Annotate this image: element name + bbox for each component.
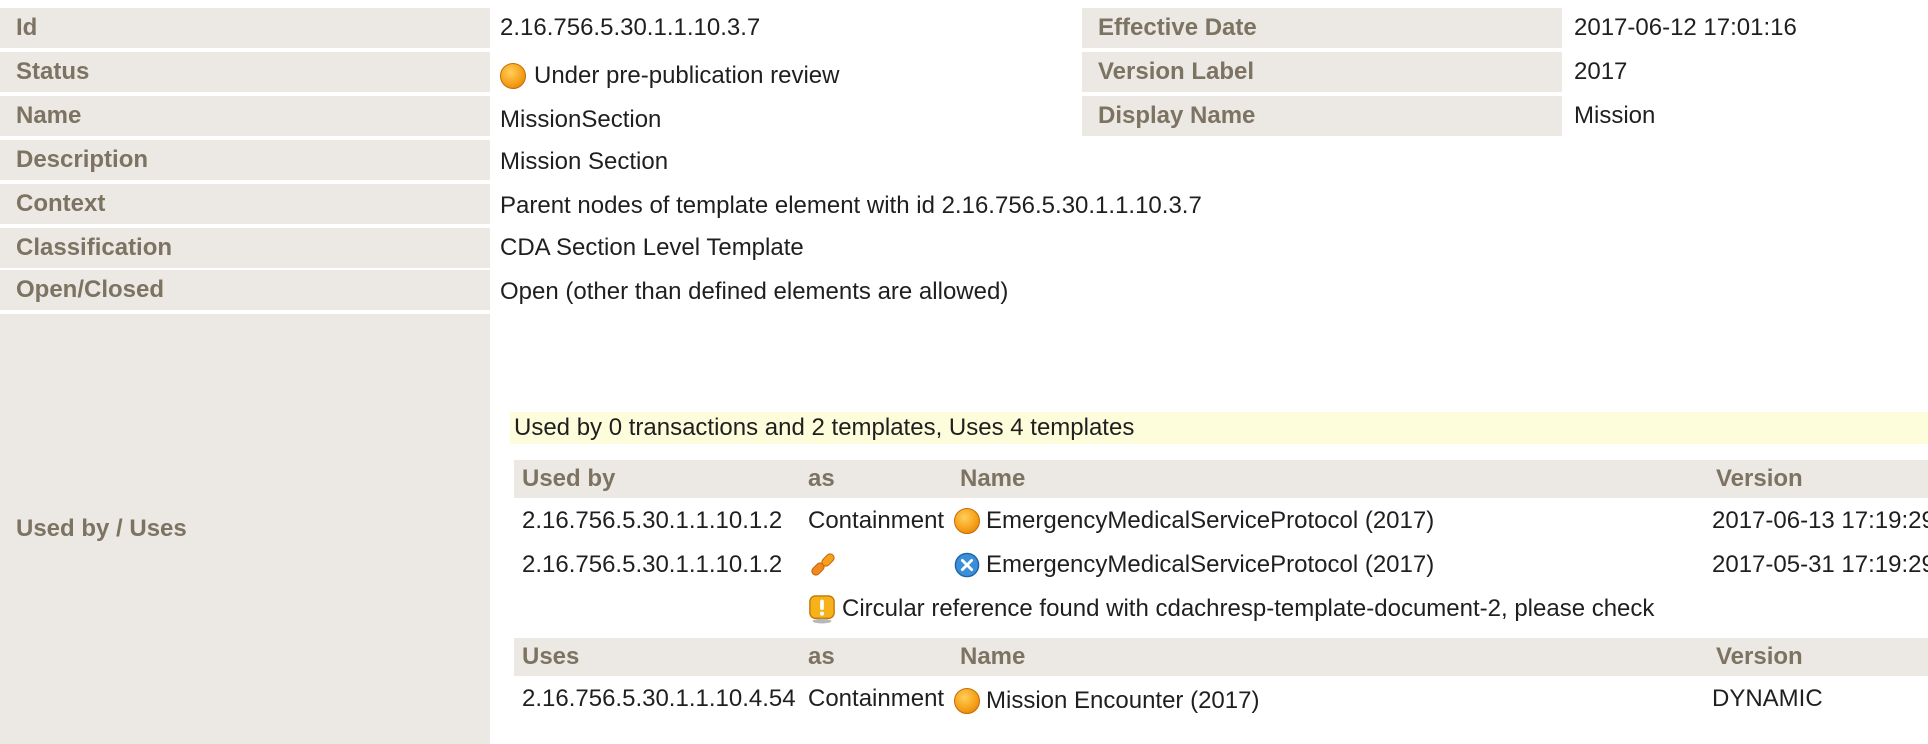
usedby-header-usedby: Used by <box>514 460 800 498</box>
display-name-label: Display Name <box>1082 96 1562 136</box>
usedby-uses-label: Used by / Uses <box>0 314 490 744</box>
uses-header-uses: Uses <box>514 638 800 676</box>
status-pending-icon <box>954 688 980 714</box>
usedby-row-1-as: Containment <box>808 507 945 534</box>
uses-row-1-as: Containment <box>808 685 945 712</box>
usedby-header-version: Version <box>1708 460 1928 498</box>
version-label-value: 2017 <box>1574 58 1628 85</box>
description-label: Description <box>0 140 490 180</box>
uses-header-version: Version <box>1708 638 1928 676</box>
usedby-header-as: as <box>800 460 952 498</box>
version-label-label: Version Label <box>1082 52 1562 92</box>
usedby-row-2-id: 2.16.756.5.30.1.1.10.1.2 <box>522 551 783 578</box>
name-value: MissionSection <box>500 106 662 133</box>
uses-row-1-id: 2.16.756.5.30.1.1.10.4.54 <box>522 685 796 712</box>
link-icon <box>811 553 835 576</box>
id-value: 2.16.756.5.30.1.1.10.3.7 <box>500 14 761 41</box>
usedby-row-2-name-link[interactable]: EmergencyMedicalServiceProtocol (2017) <box>986 551 1434 579</box>
effective-date-label: Effective Date <box>1082 8 1562 48</box>
usedby-row-1-name-link[interactable]: EmergencyMedicalServiceProtocol (2017) <box>986 507 1434 535</box>
warning-icon <box>809 595 835 624</box>
usedby-row-2-name[interactable]: EmergencyMedicalServiceProtocol (2017) <box>954 546 1434 584</box>
status-label: Status <box>0 52 490 92</box>
name-label: Name <box>0 96 490 136</box>
id-label: Id <box>0 8 490 48</box>
status-value: Under pre-publication review <box>500 56 839 96</box>
uses-row-1-name[interactable]: Mission Encounter (2017) <box>954 682 1259 720</box>
classification-label: Classification <box>0 228 490 268</box>
usedby-row-2-version: 2017-05-31 17:19:29 <box>1712 551 1928 578</box>
usage-summary-text: Used by 0 transactions and 2 templates, … <box>514 414 1135 441</box>
usedby-header-name: Name <box>952 460 1708 498</box>
uses-row-1-version: DYNAMIC <box>1712 685 1823 712</box>
context-label: Context <box>0 184 490 224</box>
circular-reference-warning: Circular reference found with cdachresp-… <box>808 590 1654 628</box>
cancelled-icon <box>954 552 980 578</box>
uses-header-as: as <box>800 638 952 676</box>
usedby-row-2-as <box>808 546 838 584</box>
warning-text: Circular reference found with cdachresp-… <box>842 595 1655 622</box>
effective-date-value: 2017-06-12 17:01:16 <box>1574 14 1797 41</box>
status-text: Under pre-publication review <box>534 62 840 89</box>
status-pending-icon <box>954 508 980 534</box>
usedby-row-1-name[interactable]: EmergencyMedicalServiceProtocol (2017) <box>954 502 1434 540</box>
description-value: Mission Section <box>500 148 669 175</box>
uses-row-1-name-link[interactable]: Mission Encounter (2017) <box>986 687 1259 715</box>
uses-header-name: Name <box>952 638 1708 676</box>
usedby-row-1-id: 2.16.756.5.30.1.1.10.1.2 <box>522 507 783 534</box>
context-value: Parent nodes of template element with id… <box>500 192 1202 219</box>
openclosed-label: Open/Closed <box>0 270 490 310</box>
display-name-value: Mission <box>1574 102 1656 129</box>
usedby-row-1-version: 2017-06-13 17:19:29 <box>1712 507 1928 534</box>
usage-summary: Used by 0 transactions and 2 templates, … <box>510 412 1928 444</box>
openclosed-value: Open (other than defined elements are al… <box>500 278 1009 305</box>
status-pending-icon <box>500 63 526 89</box>
classification-value: CDA Section Level Template <box>500 234 804 261</box>
